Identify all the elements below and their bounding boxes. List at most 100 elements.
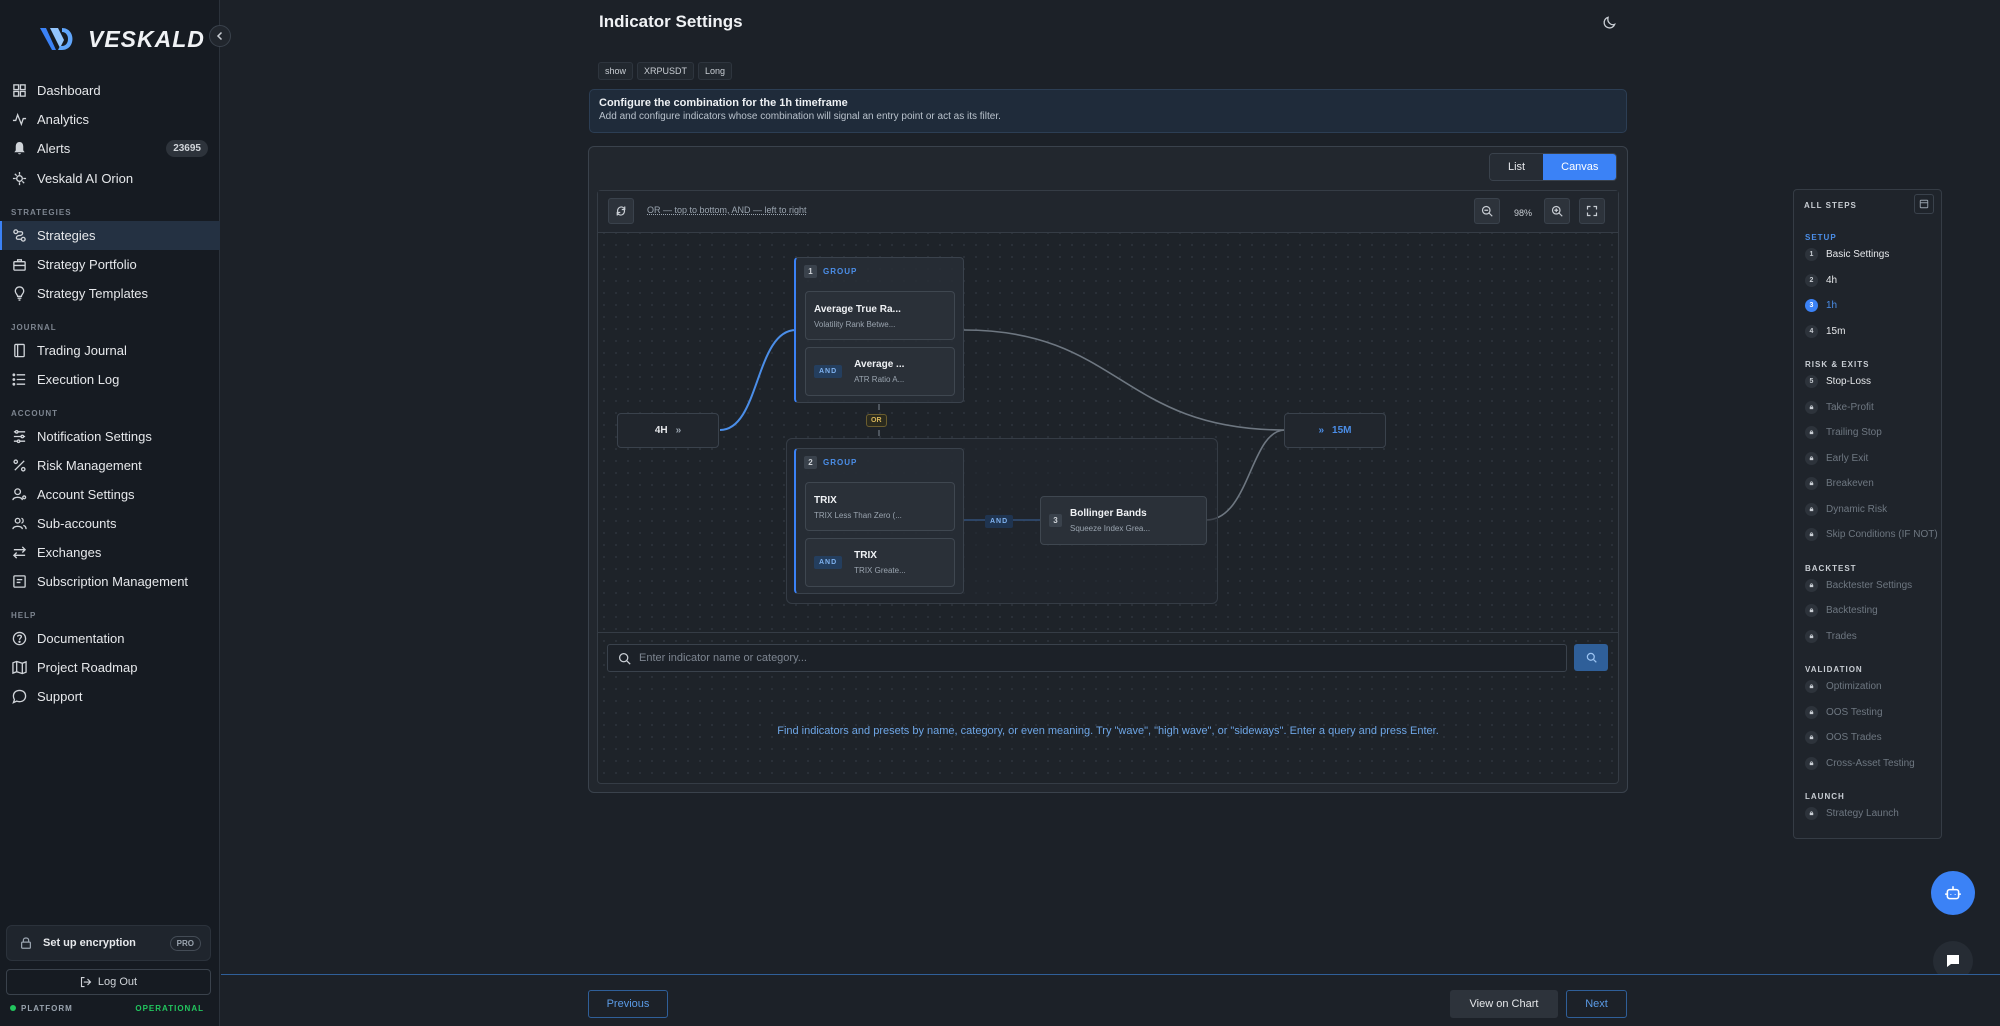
and-chip: AND [814, 365, 843, 378]
search-icon [1586, 652, 1597, 663]
group-label: GROUP [823, 458, 858, 467]
group-label: GROUP [823, 267, 858, 276]
source-node-label: 4H [654, 425, 668, 436]
step-label: Basic Settings [1826, 249, 1890, 260]
step-label: Optimization [1826, 681, 1882, 692]
steps-section-backtest: BACKTEST [1805, 564, 1857, 573]
indicator-condition: Volatility Rank Betwe... [814, 320, 896, 329]
lock-icon: 🔒︎ [1805, 731, 1818, 744]
step-skip-conditions: 🔒︎ Skip Conditions (IF NOT) [1805, 528, 1938, 541]
steps-title: ALL STEPS [1804, 201, 1857, 210]
step-oos-trades: 🔒︎ OOS Trades [1805, 731, 1882, 744]
step-strategy-launch: 🔒︎ Strategy Launch [1805, 807, 1899, 820]
indicator-name: TRIX [854, 550, 877, 561]
step-trailing-stop: 🔒︎ Trailing Stop [1805, 426, 1882, 439]
step-label: Trades [1826, 631, 1857, 642]
collapse-steps-button[interactable] [1914, 194, 1934, 214]
search-divider [598, 632, 1618, 633]
step-label: Skip Conditions (IF NOT) [1826, 529, 1938, 540]
step-label: Breakeven [1826, 478, 1874, 489]
step-label: OOS Trades [1826, 732, 1882, 743]
indicator-card[interactable]: Average True Ra... Volatility Rank Betwe… [805, 291, 955, 340]
panel-icon [1919, 199, 1929, 209]
lock-icon: 🔒︎ [1805, 503, 1818, 516]
lock-icon: 🔒︎ [1805, 680, 1818, 693]
previous-button[interactable]: Previous [588, 990, 668, 1018]
indicator-card[interactable]: AND Average ... ATR Ratio A... [805, 347, 955, 396]
double-chevron-right-icon: » [1318, 425, 1325, 436]
lock-icon: 🔒︎ [1805, 579, 1818, 592]
step-label: Stop-Loss [1826, 376, 1872, 387]
and-link-chip: AND [985, 515, 1014, 528]
step-number: 3 [1805, 299, 1818, 312]
group-number: 2 [804, 456, 817, 469]
step-backtester-settings: 🔒︎ Backtester Settings [1805, 579, 1912, 592]
ai-assistant-button[interactable] [1931, 871, 1975, 915]
indicator-search-input[interactable]: Enter indicator name or category... [607, 644, 1567, 672]
step-stop-loss[interactable]: 5 Stop-Loss [1805, 375, 1871, 388]
lock-icon: 🔒︎ [1805, 757, 1818, 770]
lock-icon: 🔒︎ [1805, 604, 1818, 617]
lock-icon: 🔒︎ [1805, 807, 1818, 820]
indicator-name: Average True Ra... [814, 304, 901, 315]
step-label: 4h [1826, 275, 1838, 286]
indicator-group-2[interactable]: 2 GROUP TRIX TRIX Less Than Zero (... AND… [794, 448, 964, 594]
indicator-card[interactable]: AND TRIX TRIX Greate... [805, 538, 955, 587]
indicator-group-1[interactable]: 1 GROUP Average True Ra... Volatility Ran… [794, 257, 964, 403]
step-take-profit: 🔒︎ Take-Profit [1805, 401, 1874, 414]
lock-icon: 🔒︎ [1805, 426, 1818, 439]
step-15m[interactable]: 4 15m [1805, 325, 1845, 338]
step-4h[interactable]: 2 4h [1805, 274, 1837, 287]
double-chevron-right-icon: » [675, 425, 682, 436]
lock-icon: 🔒︎ [1805, 477, 1818, 490]
step-basic-settings[interactable]: 1 Basic Settings [1805, 248, 1889, 261]
step-label: Dynamic Risk [1826, 504, 1888, 515]
step-label: Strategy Launch [1826, 808, 1899, 819]
step-dynamic-risk: 🔒︎ Dynamic Risk [1805, 503, 1887, 516]
indicator-number: 3 [1049, 514, 1062, 527]
step-oos-testing: 🔒︎ OOS Testing [1805, 706, 1883, 719]
step-optimization: 🔒︎ Optimization [1805, 680, 1882, 693]
lock-icon: 🔒︎ [1805, 401, 1818, 414]
lock-icon: 🔒︎ [1805, 452, 1818, 465]
indicator-condition: Squeeze Index Grea... [1070, 524, 1151, 533]
collapse-sidebar-button[interactable] [209, 25, 231, 47]
target-timeframe-node[interactable]: » 15M [1284, 413, 1386, 448]
step-number: 4 [1805, 325, 1818, 338]
step-label: Early Exit [1826, 453, 1869, 464]
indicator-name: Bollinger Bands [1070, 508, 1147, 519]
search-button[interactable] [1574, 644, 1608, 671]
search-icon [618, 652, 631, 665]
indicator-condition: TRIX Less Than Zero (... [814, 511, 902, 520]
steps-section-setup: SETUP [1805, 233, 1837, 242]
view-on-chart-button[interactable]: View on Chart [1450, 990, 1558, 1018]
steps-section-risk: RISK & EXITS [1805, 360, 1870, 369]
group-header: 2 GROUP [804, 456, 857, 469]
step-label: 1h [1826, 300, 1838, 311]
step-trades: 🔒︎ Trades [1805, 630, 1857, 643]
step-label: OOS Testing [1826, 707, 1883, 718]
bottom-navigation-bar [221, 974, 2000, 1026]
source-timeframe-node[interactable]: 4H » [617, 413, 719, 448]
indicator-card[interactable]: TRIX TRIX Less Than Zero (... [805, 482, 955, 531]
step-label: Cross-Asset Testing [1826, 758, 1915, 769]
or-chip: OR [866, 414, 887, 427]
step-backtesting: 🔒︎ Backtesting [1805, 604, 1878, 617]
chat-icon [1947, 955, 1959, 967]
step-label: Take-Profit [1826, 402, 1874, 413]
indicator-card-bollinger[interactable]: 3 Bollinger Bands Squeeze Index Grea... [1040, 496, 1207, 545]
search-placeholder: Enter indicator name or category... [639, 652, 807, 664]
group-header: 1 GROUP [804, 265, 857, 278]
and-chip: AND [814, 556, 843, 569]
target-node-label: 15M [1332, 425, 1352, 436]
step-label: Trailing Stop [1826, 427, 1882, 438]
step-label: Backtesting [1826, 605, 1878, 616]
lock-icon: 🔒︎ [1805, 630, 1818, 643]
lock-icon: 🔒︎ [1805, 706, 1818, 719]
next-button[interactable]: Next [1566, 990, 1627, 1018]
step-early-exit: 🔒︎ Early Exit [1805, 452, 1868, 465]
step-1h[interactable]: 3 1h [1805, 299, 1837, 312]
steps-panel: ALL STEPS SETUP 1 Basic Settings 2 4h 3 1h … [1793, 189, 1942, 839]
indicator-name: Average ... [854, 359, 905, 370]
steps-section-launch: LAUNCH [1805, 792, 1845, 801]
